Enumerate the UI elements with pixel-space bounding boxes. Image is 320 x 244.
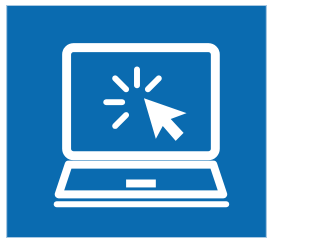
laptop-click-icon <box>7 6 266 237</box>
laptop-click-tile <box>6 5 267 238</box>
laptop-trackpad <box>126 179 156 188</box>
